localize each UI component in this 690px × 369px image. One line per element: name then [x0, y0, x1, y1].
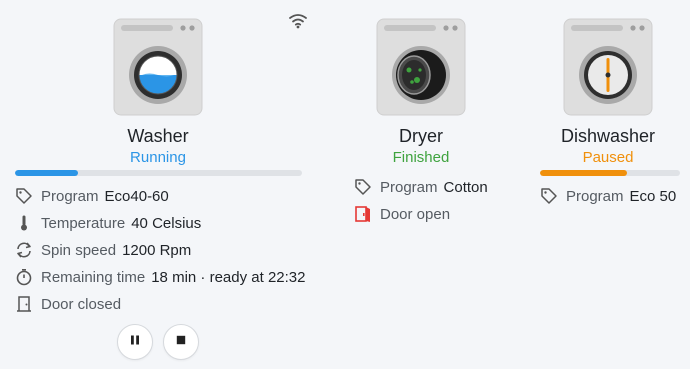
status-label: Paused: [582, 149, 634, 166]
row-label: Program: [566, 187, 624, 205]
door-closed-icon: [15, 295, 33, 313]
row-label: Door closed: [41, 295, 122, 313]
stop-button[interactable]: [163, 324, 199, 360]
program-row: Program Eco 50: [540, 187, 676, 205]
row-value: 40 Celsius: [131, 214, 202, 232]
progress-bar: [15, 170, 302, 176]
washing-machine-icon: [113, 18, 203, 116]
row-label: Program: [380, 178, 438, 196]
door-open-row: Door open: [354, 205, 456, 223]
spin-icon: [15, 241, 33, 259]
timer-icon: [15, 268, 33, 286]
door-open-icon: [354, 205, 372, 223]
door-closed-row: Door closed: [15, 295, 127, 313]
row-label: Remaining time: [41, 268, 146, 286]
appliance-name: Dishwasher: [560, 126, 656, 146]
row-label: Program: [41, 187, 99, 205]
tag-icon: [540, 187, 558, 205]
progress-fill: [540, 170, 627, 176]
progress-fill: [15, 170, 79, 176]
row-value: Eco40-60: [104, 187, 169, 205]
program-row: Program Cotton: [354, 178, 488, 196]
appliance-name: Dryer: [399, 126, 443, 146]
thermometer-icon: [15, 214, 33, 232]
dryer-icon: [376, 18, 466, 116]
row-label: Temperature: [41, 214, 126, 232]
program-row: Program Eco40-60: [15, 187, 169, 205]
spin-speed-row: Spin speed 1200 Rpm: [15, 241, 191, 259]
temperature-row: Temperature 40 Celsius: [15, 214, 201, 232]
stop-icon: [175, 333, 187, 351]
progress-bar: [540, 170, 680, 176]
appliance-name: Washer: [127, 126, 189, 146]
remaining-time-row: Remaining time 18 min · ready at 22:32: [15, 268, 305, 286]
tag-icon: [15, 187, 33, 205]
pause-button[interactable]: [117, 324, 153, 360]
pause-icon: [129, 333, 141, 351]
row-value: 18 min · ready at 22:32: [151, 268, 306, 286]
status-label: Finished: [392, 149, 450, 166]
status-label: Running: [130, 149, 186, 166]
row-value: 1200 Rpm: [122, 241, 192, 259]
row-value: Eco 50: [629, 187, 677, 205]
row-value: Cotton: [443, 178, 488, 196]
row-label: Door open: [380, 205, 451, 223]
wifi-icon: [289, 13, 307, 29]
row-label: Spin speed: [41, 241, 117, 259]
tag-icon: [354, 178, 372, 196]
dishwasher-icon: [563, 18, 653, 116]
